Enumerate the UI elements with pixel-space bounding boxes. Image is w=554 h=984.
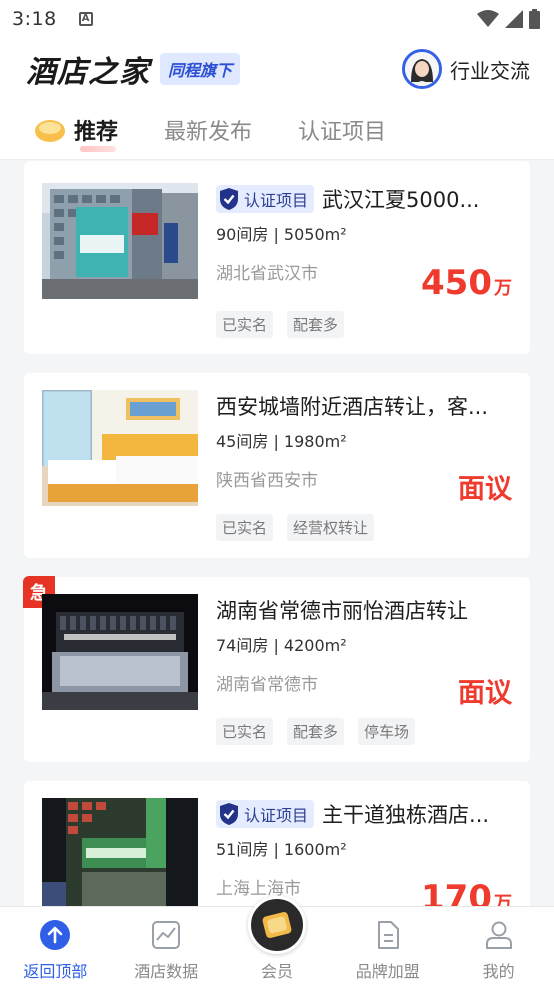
- certified-badge: 认证项目: [216, 185, 315, 213]
- tab-label: 推荐: [74, 119, 119, 145]
- signal-icon: [505, 10, 523, 28]
- price-value: 450: [421, 263, 492, 303]
- nav-brand-franchise[interactable]: 品牌加盟: [332, 907, 443, 984]
- member-icon[interactable]: [248, 896, 306, 954]
- certified-label: 认证项目: [244, 806, 309, 825]
- price-value: 面议: [458, 678, 512, 709]
- tag: 停车场: [358, 718, 416, 745]
- listing-specs: 90间房 | 5050m²: [216, 225, 347, 244]
- logo-badge: 同程旗下: [160, 53, 241, 85]
- community-label: 行业交流: [450, 58, 530, 83]
- shield-check-icon: [220, 803, 238, 825]
- price-unit: 万: [494, 278, 512, 299]
- app-header: 酒店之家 同程旗下 行业交流: [0, 38, 554, 100]
- tab-latest[interactable]: 最新发布: [164, 114, 252, 146]
- tag: 配套多: [287, 311, 345, 338]
- tag: 已实名: [216, 514, 274, 541]
- status-bar: 3:18 A: [0, 0, 554, 38]
- tab-underline: [80, 145, 116, 152]
- listing-specs: 45间房 | 1980m²: [216, 432, 347, 451]
- listing-price: 面议: [458, 671, 512, 710]
- listing-card[interactable]: 认证项目 主干道独栋酒店... 51间房 | 1600m² 上海上海市 170 万: [24, 781, 530, 906]
- listing-price: 面议: [458, 467, 512, 506]
- tag: 配套多: [287, 718, 345, 745]
- nav-back-to-top[interactable]: 返回顶部: [0, 907, 111, 984]
- app-logo: 酒店之家: [26, 55, 150, 90]
- listing-title: 主干道独栋酒店...: [322, 803, 490, 827]
- certified-label: 认证项目: [244, 191, 309, 210]
- battery-icon: [529, 9, 540, 29]
- tab-bar: 推荐 最新发布 认证项目: [0, 100, 554, 160]
- nav-label: 会员: [260, 962, 293, 981]
- status-icons: [477, 9, 540, 29]
- nav-label: 酒店数据: [134, 962, 199, 981]
- arrow-up-icon: [39, 919, 71, 951]
- listing-thumbnail: [42, 798, 198, 906]
- tag: 已实名: [216, 311, 274, 338]
- listing-thumbnail: [42, 594, 198, 710]
- tab-recommend[interactable]: 推荐: [34, 114, 119, 152]
- wifi-icon: [477, 10, 499, 27]
- chart-icon: [150, 919, 182, 951]
- nav-profile[interactable]: 我的: [443, 907, 554, 984]
- notification-icon: A: [78, 12, 93, 26]
- listing-thumbnail: [42, 183, 198, 299]
- status-time: 3:18: [12, 8, 57, 30]
- tag: 已实名: [216, 718, 274, 745]
- nav-label: 返回顶部: [23, 962, 88, 981]
- nav-hotel-data[interactable]: 酒店数据: [111, 907, 222, 984]
- certified-badge: 认证项目: [216, 800, 315, 828]
- tab-label: 最新发布: [164, 119, 253, 145]
- listing-title: 武汉江夏5000...: [322, 188, 480, 212]
- price-value: 面议: [458, 474, 512, 505]
- shield-check-icon: [220, 188, 238, 210]
- nav-label: 品牌加盟: [355, 962, 420, 981]
- tag: 经营权转让: [287, 514, 375, 541]
- listing-tags: 已实名 配套多: [216, 311, 345, 338]
- listing-tags: 已实名 配套多 停车场: [216, 718, 416, 745]
- tab-certified[interactable]: 认证项目: [298, 114, 386, 146]
- listing-card[interactable]: 西安城墙附近酒店转让，客... 45间房 | 1980m² 陕西省西安市 面议 …: [24, 373, 530, 558]
- listing-specs: 74间房 | 4200m²: [216, 636, 347, 655]
- listing-price: 450 万: [421, 263, 512, 303]
- price-unit: 万: [494, 893, 512, 906]
- document-icon: [372, 919, 404, 951]
- avatar: [402, 49, 442, 89]
- listing-price: 170 万: [421, 878, 512, 906]
- listing-list[interactable]: 认证项目 武汉江夏5000... 90间房 | 5050m² 湖北省武汉市 45…: [0, 161, 554, 906]
- listing-title: 西安城墙附近酒店转让，客...: [216, 395, 489, 419]
- community-button[interactable]: 行业交流: [402, 49, 530, 89]
- price-value: 170: [421, 878, 492, 906]
- listing-card[interactable]: 急 湖南省常德市丽怡酒店转让 74间房 | 4200m² 湖南省常德市 面议 已…: [23, 576, 530, 762]
- listing-thumbnail: [42, 390, 198, 506]
- user-icon: [483, 919, 515, 951]
- listing-specs: 51间房 | 1600m²: [216, 840, 347, 859]
- listing-title: 湖南省常德市丽怡酒店转让: [216, 599, 468, 623]
- recommend-icon: [35, 119, 65, 142]
- listing-tags: 已实名 经营权转让: [216, 514, 375, 541]
- tab-label: 认证项目: [298, 119, 387, 145]
- listing-card[interactable]: 认证项目 武汉江夏5000... 90间房 | 5050m² 湖北省武汉市 45…: [24, 161, 530, 354]
- nav-label: 我的: [482, 962, 515, 981]
